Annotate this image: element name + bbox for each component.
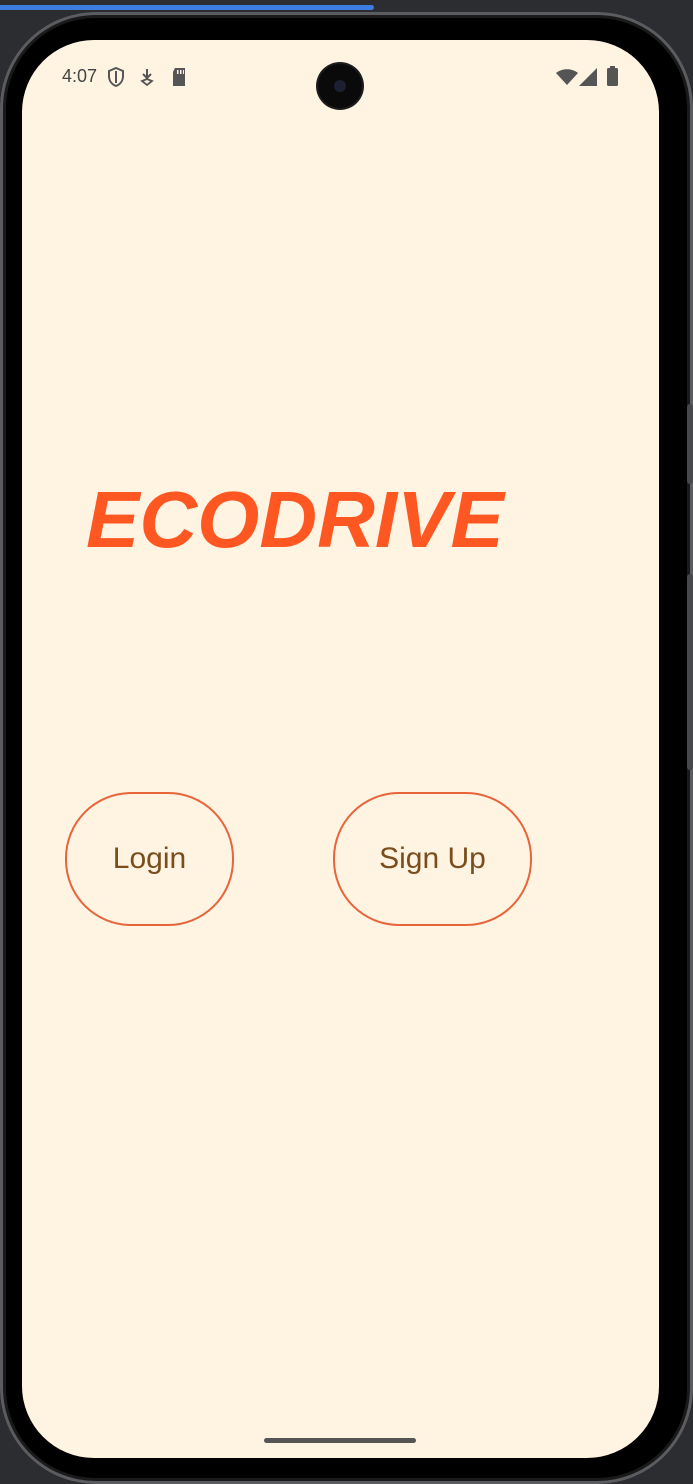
- login-button[interactable]: Login: [65, 792, 234, 926]
- emulator-loading-fill: [0, 5, 375, 10]
- volume-button[interactable]: [687, 404, 693, 484]
- emulator-loading-bar: [0, 0, 693, 12]
- battery-icon: [607, 66, 618, 86]
- signup-button-label: Sign Up: [379, 842, 486, 875]
- signup-button[interactable]: Sign Up: [333, 792, 532, 926]
- home-indicator[interactable]: [264, 1438, 416, 1443]
- status-time: 4:07: [62, 66, 98, 86]
- app-screen: 4:07 ECODRIVE Login Sign Up: [22, 40, 659, 1458]
- phone-frame: 4:07 ECODRIVE Login Sign Up: [0, 12, 693, 1484]
- sd-card-icon: [173, 68, 185, 86]
- shield-icon: [108, 67, 124, 87]
- power-button[interactable]: [687, 574, 693, 770]
- login-button-label: Login: [112, 842, 187, 875]
- app-title: ECODRIVE: [86, 475, 504, 564]
- wifi-icon: [556, 69, 578, 85]
- front-camera: [318, 64, 362, 108]
- camera-lens: [334, 80, 346, 92]
- signal-icon: [579, 68, 597, 86]
- download-badge-icon: [140, 69, 154, 87]
